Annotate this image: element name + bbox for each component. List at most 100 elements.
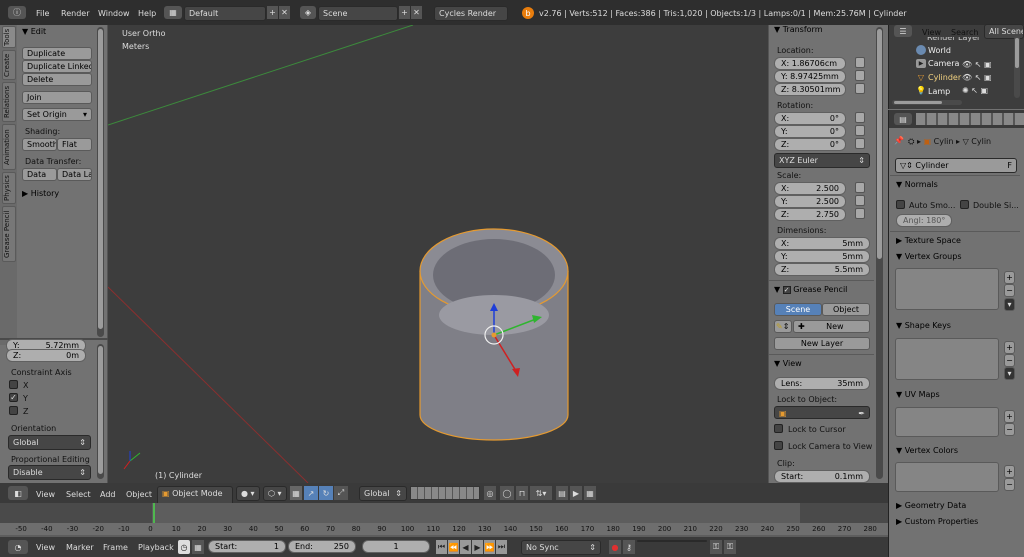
gp-new-layer-button[interactable]: New Layer (774, 337, 870, 350)
grease-pencil-checkbox[interactable]: ✓ (782, 286, 791, 294)
transform-panel-header[interactable]: ▼ Transform (774, 25, 823, 34)
rotation-z-field[interactable]: Z: 0° (774, 138, 846, 151)
prev-keyframe-icon[interactable]: ⏪ (448, 540, 459, 554)
delete-button[interactable]: Delete (22, 73, 92, 86)
data-layout-button[interactable]: Data La (57, 168, 92, 181)
scale-y-field[interactable]: Y: 2.500 (774, 195, 846, 208)
rotation-y-field[interactable]: Y: 0° (774, 125, 846, 138)
delete-keyframe-icon[interactable]: ⚿ (724, 540, 736, 554)
outliner-item-cylinder[interactable]: Cylinder (928, 73, 961, 82)
shape-key-add-button[interactable]: + (1004, 341, 1015, 354)
current-frame-field[interactable]: 1 (362, 540, 430, 553)
opengl-anim-icon[interactable]: ▦ (584, 486, 596, 500)
location-y-lock-icon[interactable] (855, 70, 865, 81)
opengl-render-icon[interactable]: ▶ (570, 486, 582, 500)
location-y-field[interactable]: Y: 8.97425mm (774, 70, 846, 83)
jump-end-icon[interactable]: ⏭ (496, 540, 507, 554)
grease-pencil-panel-header[interactable]: ▼ ✓ Grease Pencil (774, 285, 847, 294)
auto-smooth-checkbox[interactable] (896, 200, 905, 209)
proportional-editing-select[interactable]: Disable ⇕ (8, 465, 91, 480)
lock-to-cursor-checkbox[interactable] (774, 424, 783, 433)
vertex-group-menu-button[interactable]: ▾ (1004, 298, 1015, 311)
gp-object-button[interactable]: Object (822, 303, 870, 316)
vertex-colors-panel-header[interactable]: ▼ Vertex Colors (896, 446, 958, 455)
vertex-group-add-button[interactable]: + (1004, 271, 1015, 284)
location-x-lock-icon[interactable] (855, 57, 865, 68)
double-sided-checkbox[interactable] (960, 200, 969, 209)
menu-render[interactable]: Render (61, 9, 89, 18)
timeline-frame-ruler[interactable] (0, 523, 888, 535)
snap-element-icon[interactable]: ⇅▾ (530, 486, 552, 500)
render-engine-select[interactable]: Cycles Render (434, 6, 508, 21)
play-reverse-icon[interactable]: ◀ (460, 540, 471, 554)
shape-key-remove-button[interactable]: − (1004, 354, 1015, 367)
timeline-menu-playback[interactable]: Playback (138, 543, 174, 552)
preview-range-icon[interactable]: ◷ (178, 540, 190, 554)
scale-manipulator-icon[interactable]: ⤢ (334, 486, 348, 500)
texture-space-panel-header[interactable]: ▶ Texture Space (896, 236, 961, 245)
smooth-button[interactable]: Smooth (22, 138, 57, 151)
outliner-item-lamp[interactable]: Lamp (928, 87, 950, 96)
lock-to-object-field[interactable]: ▣ ✒ (774, 406, 870, 419)
outliner-scrollbar[interactable] (1014, 36, 1020, 98)
vertex-group-remove-button[interactable]: − (1004, 284, 1015, 297)
pin-icon[interactable]: 📌 (894, 135, 904, 145)
vertex-groups-panel-header[interactable]: ▼ Vertex Groups (896, 252, 961, 261)
manipulator-toggle-icon[interactable]: ▦ (290, 486, 302, 500)
timeline-menu-frame[interactable]: Frame (103, 543, 128, 552)
start-frame-field[interactable]: Start: 1 (208, 540, 286, 553)
tab-physics[interactable]: Physics (2, 172, 16, 204)
layout-close-icon[interactable]: ✕ (279, 6, 290, 19)
outliner-item-world[interactable]: World (928, 46, 951, 55)
pivot-select[interactable]: ⬡ ▾ (263, 486, 287, 501)
render-preview-icon[interactable]: ▤ (556, 486, 568, 500)
constraint-x-checkbox[interactable] (9, 380, 18, 389)
tab-animation[interactable]: Animation (2, 124, 16, 170)
sync-mode-select[interactable]: No Sync ⇕ (521, 540, 601, 555)
duplicate-button[interactable]: Duplicate (22, 47, 92, 60)
tab-tools[interactable]: Tools (2, 26, 16, 48)
outliner-menu-view[interactable]: View (922, 28, 941, 37)
snap-icon[interactable]: ⊓ (516, 486, 528, 500)
geometry-data-panel-header[interactable]: ▶ Geometry Data (896, 501, 966, 510)
scene-close-icon[interactable]: ✕ (411, 6, 422, 19)
rotation-y-lock-icon[interactable] (855, 125, 865, 136)
jump-start-icon[interactable]: ⏮ (436, 540, 447, 554)
timeline-menu-marker[interactable]: Marker (66, 543, 94, 552)
flat-button[interactable]: Flat (57, 138, 92, 151)
scene-select[interactable]: Scene (318, 6, 398, 21)
view3d-menu-view[interactable]: View (36, 490, 55, 499)
dimension-y-field[interactable]: Y: 5mm (774, 250, 870, 263)
vertex-colors-list[interactable] (895, 462, 999, 492)
autosmooth-angle-field[interactable]: Angl: 180° (896, 214, 952, 227)
vertex-color-remove-button[interactable]: − (1004, 478, 1015, 491)
lock-layers-icon[interactable]: ◎ (484, 486, 496, 500)
properties-tab-icons[interactable] (916, 113, 1024, 125)
tab-grease-pencil[interactable]: Grease Pencil (2, 206, 16, 262)
3d-viewport[interactable] (108, 25, 768, 483)
scale-z-field[interactable]: Z: 2.750 (774, 208, 846, 221)
layout-add-icon[interactable]: + (267, 6, 278, 19)
shape-key-menu-button[interactable]: ▾ (1004, 367, 1015, 380)
outliner-editor-icon[interactable]: ☰ (894, 25, 912, 37)
end-frame-field[interactable]: End: 250 (288, 540, 356, 553)
lock-camera-checkbox[interactable] (774, 441, 783, 450)
uv-map-add-button[interactable]: + (1004, 410, 1015, 423)
join-button[interactable]: Join (22, 91, 92, 104)
location-x-field[interactable]: X: 1.86706cm (774, 57, 846, 70)
layout-select[interactable]: Default (184, 6, 266, 21)
operator-scrollbar[interactable] (97, 344, 104, 479)
normals-panel-header[interactable]: ▼ Normals (896, 180, 938, 189)
duplicate-linked-button[interactable]: Duplicate Linked (22, 60, 92, 73)
uv-map-remove-button[interactable]: − (1004, 423, 1015, 436)
view3d-menu-object[interactable]: Object (126, 490, 152, 499)
scale-x-field[interactable]: X: 2.500 (774, 182, 846, 195)
insert-keyframe-icon[interactable]: ⚿ (710, 540, 722, 554)
gp-brush-select[interactable]: ✎⇕ (774, 320, 792, 333)
uv-maps-list[interactable] (895, 407, 999, 437)
data-transfer-button[interactable]: Data (22, 168, 57, 181)
tool-shelf-scrollbar[interactable] (97, 27, 104, 337)
keying-set-field[interactable] (637, 540, 707, 542)
vertex-groups-list[interactable] (895, 268, 999, 310)
gp-new-button[interactable]: ✚ New (793, 320, 870, 333)
